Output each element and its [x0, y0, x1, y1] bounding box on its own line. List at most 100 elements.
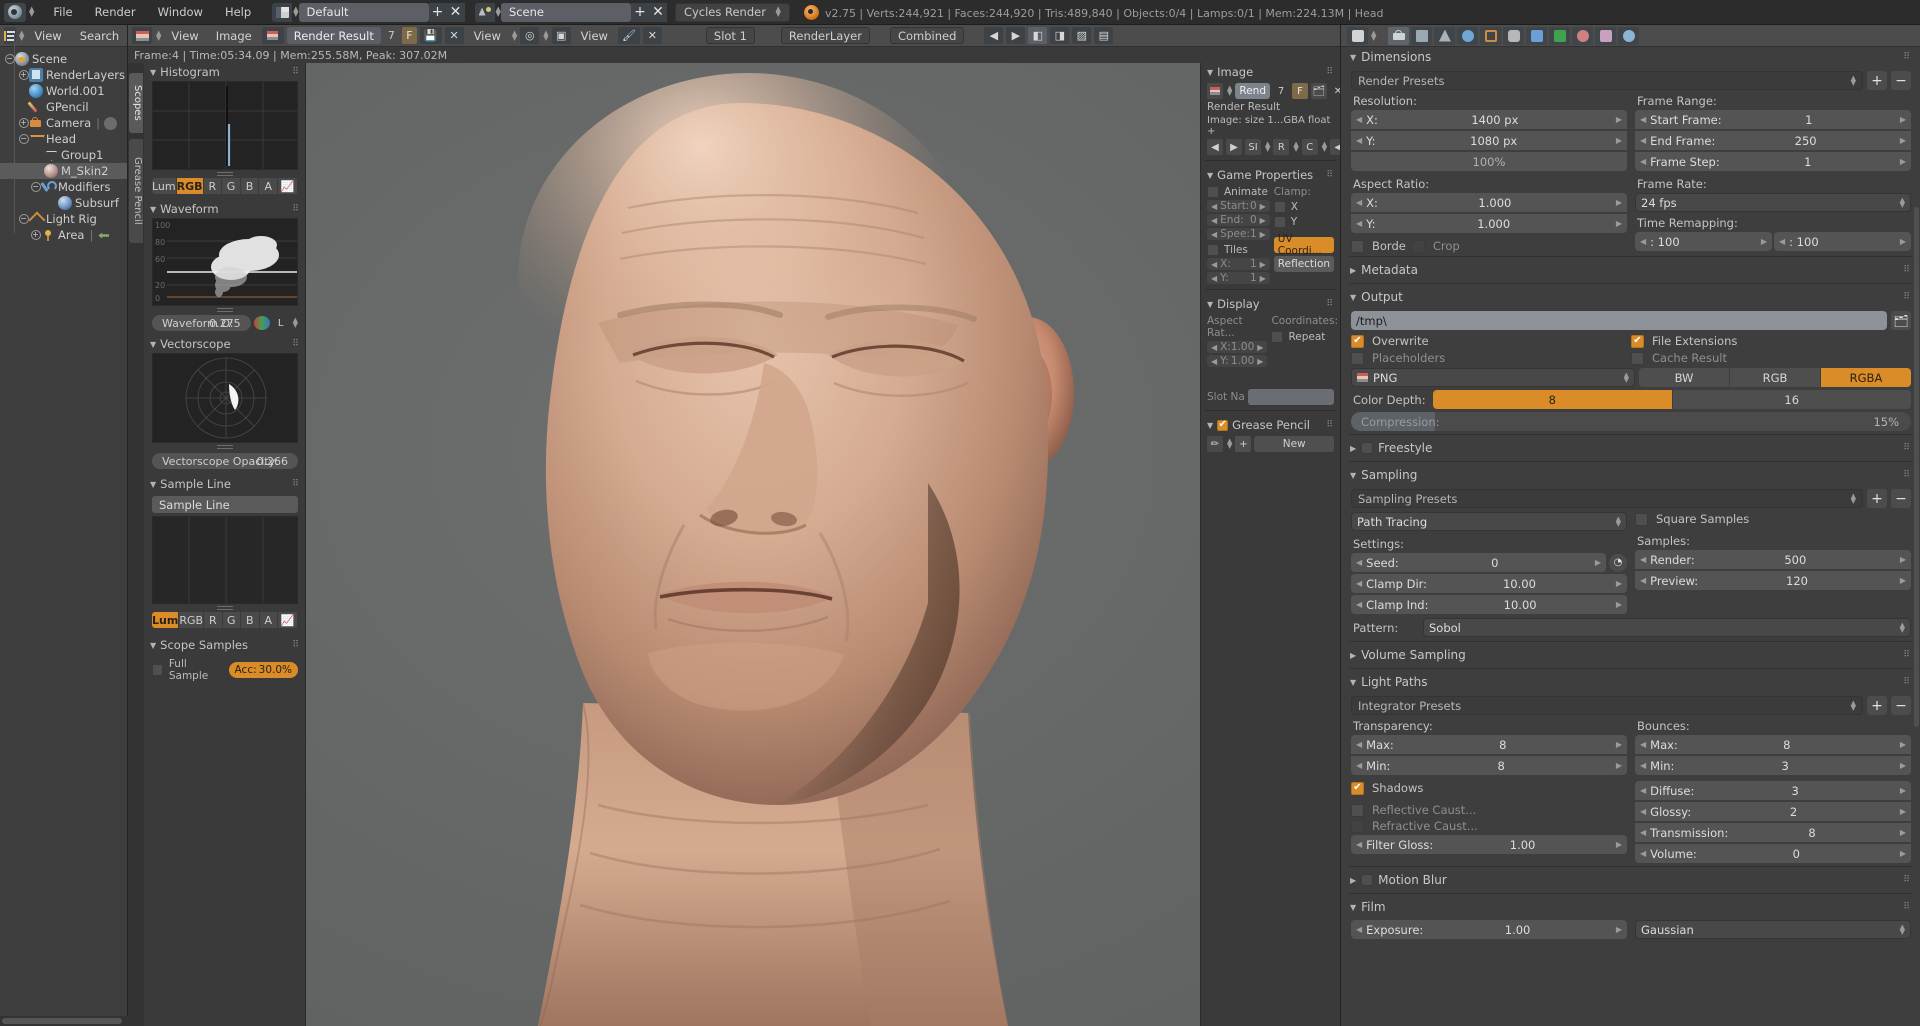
sample-line-panel-header[interactable]: ▼ Sample Line ⠿ — [144, 475, 306, 493]
screen-layout-name[interactable]: Default — [298, 2, 429, 22]
channel-rgb[interactable]: RGB — [176, 178, 204, 194]
render-slot-selector[interactable]: Slot 1 — [705, 27, 755, 44]
preview-samples-field[interactable]: ◀ Preview: 120 ▶ — [1635, 571, 1911, 590]
scope-accuracy-slider[interactable]: Acc: 30.0% — [228, 662, 298, 678]
grip-dots-icon[interactable]: ⠿ — [1903, 677, 1911, 687]
resolution-y-field[interactable]: ◀ Y: 1080 px ▶ — [1351, 131, 1627, 150]
tab-material[interactable] — [1572, 26, 1594, 45]
vectorscope-panel-header[interactable]: ▼ Vectorscope ⠿ — [144, 335, 306, 353]
clamp-indirect-field[interactable]: ◀ Clamp Ind: 10.00 ▶ — [1351, 595, 1627, 614]
expander-icon[interactable]: + — [18, 70, 29, 81]
gpencil-add-button[interactable]: + — [1235, 436, 1252, 452]
sample-line-channel-selector[interactable]: Lum RGB R G B A 📈 — [152, 612, 298, 628]
menu-render[interactable]: Render — [84, 2, 147, 22]
clamp-direct-field[interactable]: ◀ Clamp Dir: 10.00 ▶ — [1351, 574, 1627, 593]
repeat-checkbox[interactable] — [1271, 331, 1284, 343]
grip-dots-icon[interactable]: ⠿ — [292, 204, 300, 214]
film-filter-dropdown[interactable]: Gaussian ▲ ▼ — [1635, 920, 1911, 939]
tab-render-layers[interactable] — [1411, 26, 1433, 45]
unlink-button-2[interactable]: ✕ — [642, 27, 662, 44]
sl-channel-r[interactable]: R — [204, 612, 223, 628]
image-datablock-name[interactable]: Render Result — [286, 27, 381, 44]
r-field[interactable]: R — [1273, 139, 1290, 155]
film-section-header[interactable]: ▼ Film ⠿ — [1341, 897, 1920, 917]
collapse-triangle-icon[interactable]: ▼ — [150, 68, 156, 77]
scene-icon[interactable] — [474, 2, 495, 22]
grip-dots-icon[interactable]: ⠿ — [1903, 875, 1911, 885]
vectorscope-resize-grip[interactable] — [217, 445, 233, 449]
outliner-item-world[interactable]: World.001 — [0, 83, 127, 99]
color-mode-bw[interactable]: BW — [1639, 368, 1729, 387]
scope-samples-panel-header[interactable]: ▼ Scope Samples ⠿ — [144, 636, 306, 654]
tiles-checkbox[interactable] — [1207, 244, 1219, 256]
tab-physics[interactable] — [1618, 26, 1640, 45]
collapse-triangle-icon[interactable]: ▼ — [150, 340, 156, 349]
integrator-dropdown[interactable]: Path Tracing ▲ ▼ — [1351, 512, 1627, 531]
crop-checkbox[interactable] — [1411, 239, 1425, 253]
tab-object[interactable] — [1480, 26, 1502, 45]
tab-scene[interactable] — [1434, 26, 1456, 45]
c-field[interactable]: C — [1301, 139, 1318, 155]
integrator-presets-dropdown[interactable]: Integrator Presets ▲ ▼ — [1351, 696, 1863, 715]
view-mode-arrows-icon[interactable]: ▲ ▼ — [512, 29, 517, 41]
next-image-icon[interactable]: ▶ — [1226, 139, 1242, 155]
light-paths-section-header[interactable]: ▼ Light Paths ⠿ — [1341, 672, 1920, 692]
game-speed-field[interactable]: ◀ Spee: 1 ▶ — [1207, 228, 1270, 240]
animate-checkbox[interactable] — [1207, 186, 1219, 198]
expand-triangle-icon[interactable]: ▶ — [1350, 651, 1356, 660]
compression-slider[interactable]: Compression: 15% — [1351, 412, 1911, 431]
game-end-field[interactable]: ◀ End: 0 ▶ — [1207, 214, 1270, 226]
pattern-dropdown[interactable]: Sobol ▲ ▼ — [1423, 618, 1911, 637]
prev-image-icon[interactable]: ◀ — [1207, 139, 1223, 155]
waveform-panel-header[interactable]: ▼ Waveform ⠿ — [144, 200, 306, 218]
collapse-triangle-icon[interactable]: ▼ — [1350, 471, 1356, 480]
scene-selector[interactable]: ▲ ▼ Scene + ✕ — [474, 2, 667, 22]
collapse-triangle-icon[interactable]: ▼ — [1350, 678, 1356, 687]
view-mode-icon[interactable]: ▣ — [551, 27, 571, 44]
grease-pencil-header[interactable]: ▼ Grease Pencil ⠿ — [1201, 416, 1340, 434]
outliner-item-modifiers[interactable]: − Modifiers — [0, 179, 127, 195]
next-pass-icon[interactable]: ▶ — [1006, 27, 1026, 44]
expander-icon[interactable]: + — [18, 118, 29, 129]
waveform-graph[interactable]: 100 80 60 20 0 — [152, 218, 298, 306]
properties-scrollbar[interactable] — [1914, 207, 1919, 727]
volume-sampling-section-header[interactable]: ▶ Volume Sampling ⠿ — [1341, 645, 1920, 665]
expander-icon[interactable]: + — [30, 230, 41, 241]
browse-image-icon[interactable] — [1207, 83, 1223, 99]
grip-dots-icon[interactable]: ⠿ — [1903, 470, 1911, 480]
histogram-resize-grip[interactable] — [217, 172, 233, 176]
image-name-field[interactable]: Rend — [1235, 83, 1270, 99]
render-pass-selector[interactable]: Combined — [889, 27, 965, 44]
grip-dots-icon[interactable]: ⠿ — [1903, 650, 1911, 660]
vectorscope-graph[interactable] — [152, 353, 298, 443]
sl-channel-b[interactable]: B — [241, 612, 260, 628]
properties-editor-type-icon[interactable] — [1347, 26, 1368, 45]
tab-modifiers[interactable] — [1526, 26, 1548, 45]
waveform-mode-color-icon[interactable] — [253, 316, 270, 330]
pivot-icon[interactable]: ◎ — [520, 27, 540, 44]
histogram-channel-selector[interactable]: Lum RGB R G B A 📈 — [152, 178, 298, 194]
filter-glossy-field[interactable]: ◀ Filter Gloss: 1.00 ▶ — [1351, 835, 1627, 854]
diffuse-bounces-field[interactable]: ◀ Diffuse: 3 ▶ — [1635, 781, 1911, 800]
add-screen-layout-button[interactable]: + — [428, 2, 447, 22]
transparency-max-field[interactable]: ◀ Max: 8 ▶ — [1351, 735, 1627, 754]
screen-layout-selector[interactable]: ▲ ▼ Default + ✕ — [272, 2, 465, 22]
sampling-presets-dropdown[interactable]: Sampling Presets ▲ ▼ — [1351, 489, 1863, 508]
channel-g[interactable]: G — [222, 178, 241, 194]
gpencil-browse-icon[interactable]: ✏ — [1207, 436, 1223, 452]
outliner-menu-view[interactable]: View — [26, 27, 69, 45]
transmission-bounces-field[interactable]: ◀ Transmission: 8 ▶ — [1635, 823, 1911, 842]
freestyle-checkbox[interactable] — [1361, 442, 1374, 454]
fps-dropdown[interactable]: 24 fps ▲ ▼ — [1635, 193, 1911, 212]
sl-channel-lum[interactable]: Lum — [152, 612, 180, 628]
image-users-count[interactable]: 7 — [384, 29, 399, 42]
square-samples-checkbox[interactable] — [1635, 512, 1648, 526]
image-editor-type-arrows-icon[interactable]: ▲ ▼ — [156, 29, 161, 41]
start-frame-field[interactable]: ◀ Start Frame: 1 ▶ — [1635, 110, 1911, 129]
display-channels-alpha-icon[interactable]: ◨ — [1050, 27, 1070, 44]
delete-screen-layout-button[interactable]: ✕ — [446, 2, 465, 22]
tile-y-field[interactable]: ◀ Y: 1 ▶ — [1207, 272, 1270, 284]
editor-type-arrows-icon[interactable]: ▲ ▼ — [29, 6, 34, 18]
collapse-triangle-icon[interactable]: ▼ — [150, 641, 156, 650]
color-mode-rgba[interactable]: RGBA — [1821, 368, 1911, 387]
